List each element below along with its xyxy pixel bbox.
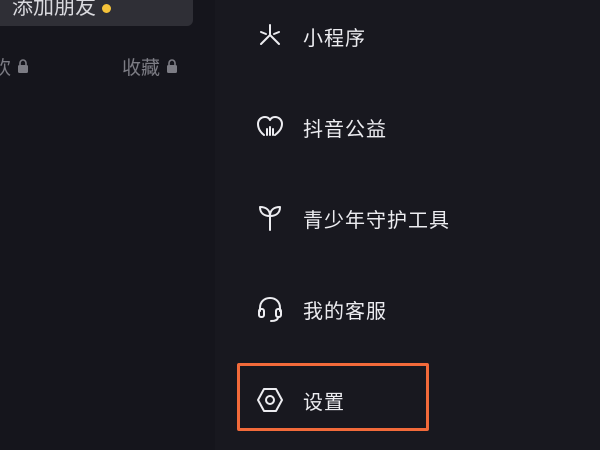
menu-item-charity[interactable]: 抖音公益 (255, 107, 387, 147)
mini-program-icon (255, 21, 285, 51)
menu-item-label: 抖音公益 (303, 116, 387, 141)
tab-likes-label: 欢 (0, 57, 12, 79)
lock-icon (166, 59, 178, 74)
menu-item-label: 小程序 (303, 25, 366, 50)
sprout-icon (255, 203, 285, 233)
menu-item-customer-service[interactable]: 我的客服 (255, 289, 387, 329)
tab-favorites[interactable]: 收藏 (122, 53, 178, 80)
lock-icon (17, 59, 29, 74)
tab-likes[interactable]: 欢 (0, 53, 29, 80)
charity-heart-icon (255, 112, 285, 142)
add-friend-label: 添加朋友 (12, 0, 96, 19)
menu-item-mini-program[interactable]: 小程序 (255, 16, 366, 56)
headset-icon (255, 294, 285, 324)
profile-background-panel: 添加朋友 欢 收藏 (0, 0, 215, 450)
menu-item-label: 青少年守护工具 (303, 207, 450, 232)
settings-highlight-box (237, 363, 429, 431)
notification-dot (102, 3, 111, 13)
add-friend-button[interactable]: 添加朋友 (0, 0, 193, 26)
menu-item-youth-guardian[interactable]: 青少年守护工具 (255, 198, 450, 238)
menu-item-label: 我的客服 (303, 298, 387, 323)
tab-favorites-label: 收藏 (122, 57, 161, 79)
